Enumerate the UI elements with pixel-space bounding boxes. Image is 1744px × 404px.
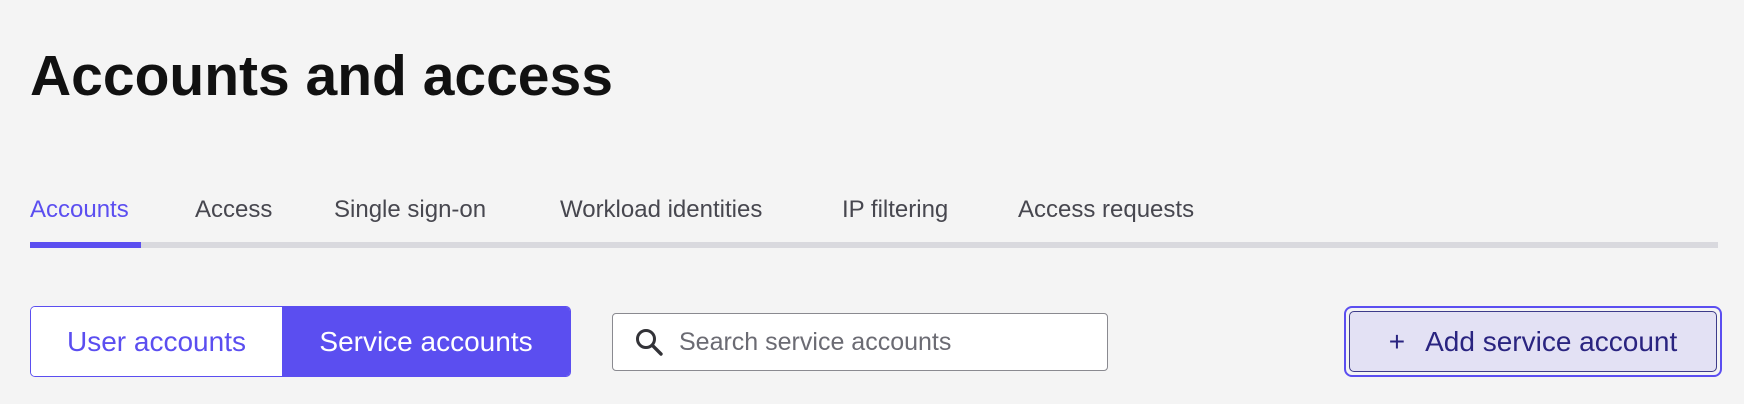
search-icon [633, 326, 665, 358]
tab-ip-filtering[interactable]: IP filtering [842, 195, 948, 225]
tab-track [30, 242, 1718, 248]
active-tab-indicator [30, 242, 141, 248]
tab-accounts[interactable]: Accounts [30, 195, 129, 225]
tab-workload-identities[interactable]: Workload identities [560, 195, 762, 225]
plus-icon: + [1388, 325, 1406, 357]
tab-single-sign-on[interactable]: Single sign-on [334, 195, 486, 225]
tab-bar: Accounts Access Single sign-on Workload … [30, 180, 1718, 248]
tab-access-requests[interactable]: Access requests [1018, 195, 1194, 225]
add-service-account-button[interactable]: + Add service account [1344, 306, 1722, 377]
service-accounts-button[interactable]: Service accounts [282, 307, 570, 376]
account-type-toggle: User accounts Service accounts [30, 306, 571, 377]
search-input[interactable] [679, 327, 1079, 357]
add-service-account-label: Add service account [1425, 325, 1678, 357]
user-accounts-button[interactable]: User accounts [31, 307, 282, 376]
tab-access[interactable]: Access [195, 195, 272, 225]
add-service-account-button-inner[interactable]: + Add service account [1349, 311, 1717, 372]
page-title: Accounts and access [30, 44, 613, 108]
search-field[interactable] [612, 313, 1108, 371]
